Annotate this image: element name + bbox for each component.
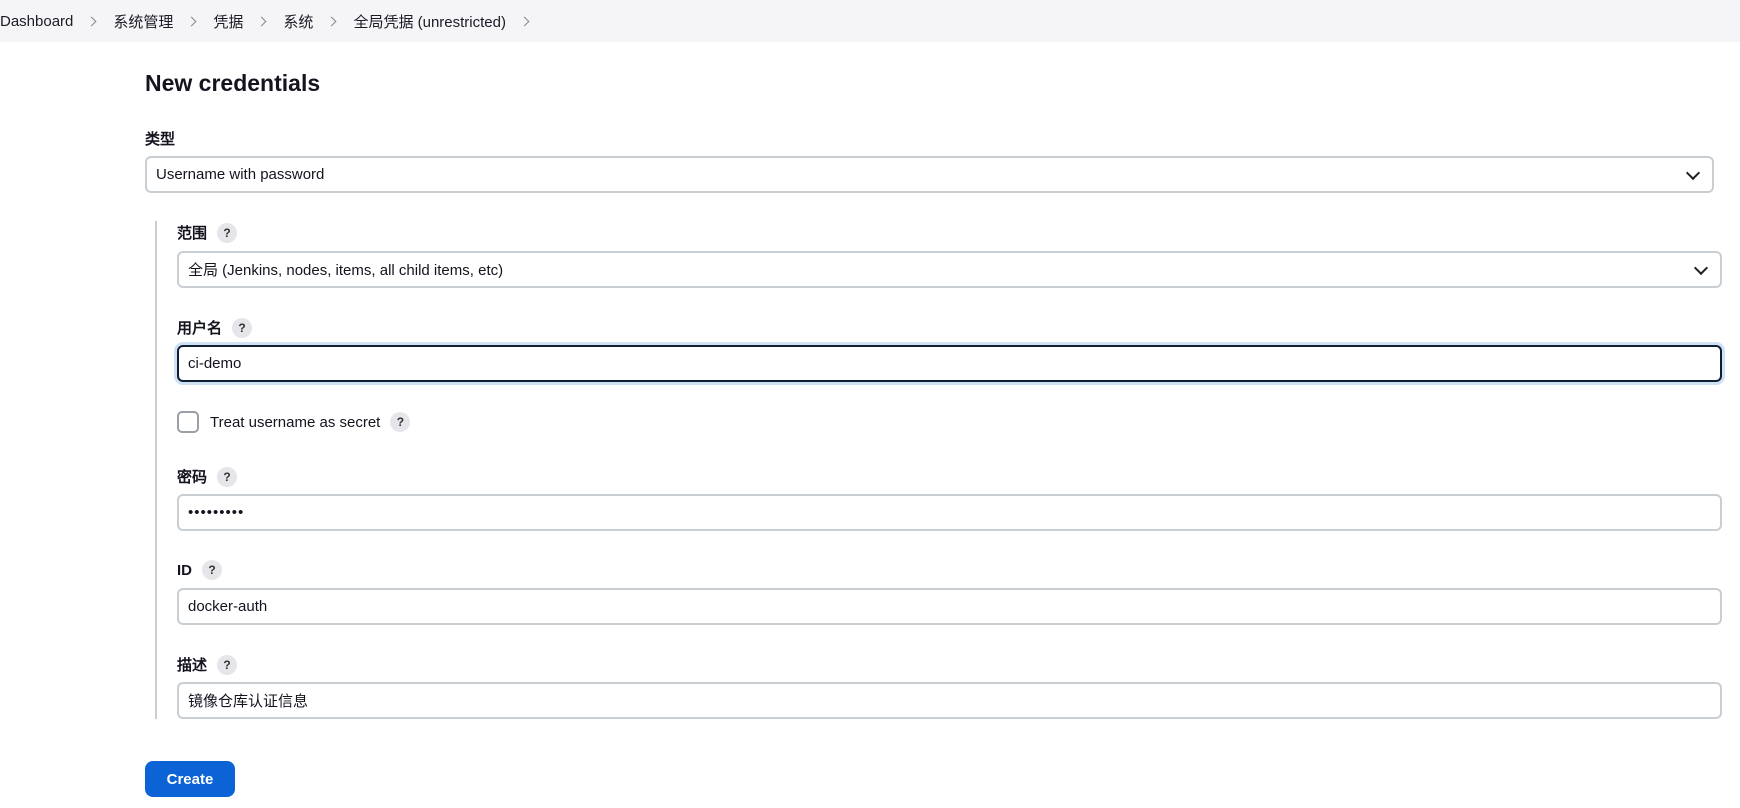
- description-label-text: 描述: [177, 657, 208, 674]
- type-select-value: Username with password: [156, 166, 325, 183]
- username-label-text: 用户名: [177, 320, 223, 337]
- password-label: 密码 ?: [177, 466, 238, 487]
- description-input[interactable]: [177, 682, 1722, 719]
- chevron-right-icon: [86, 16, 97, 26]
- username-input[interactable]: [177, 345, 1722, 382]
- breadcrumb-item-dashboard[interactable]: Dashboard: [0, 13, 73, 30]
- treat-username-secret-checkbox[interactable]: [177, 411, 199, 433]
- username-help-icon[interactable]: ?: [232, 317, 253, 338]
- id-label: ID ?: [177, 560, 222, 580]
- scope-help-icon[interactable]: ?: [217, 222, 238, 243]
- type-select[interactable]: Username with password: [145, 156, 1714, 193]
- chevron-right-icon: [186, 16, 197, 26]
- treat-secret-help-icon[interactable]: ?: [390, 412, 411, 432]
- breadcrumb-item-system-management[interactable]: 系统管理: [113, 11, 173, 32]
- chevron-down-icon: [1693, 260, 1709, 276]
- password-help-icon[interactable]: ?: [217, 466, 238, 487]
- breadcrumb: Dashboard 系统管理 凭据 系统 全局凭据 (unrestricted): [0, 0, 1740, 42]
- username-label: 用户名 ?: [177, 317, 253, 338]
- id-help-icon[interactable]: ?: [202, 560, 222, 580]
- breadcrumb-item-credentials[interactable]: 凭据: [213, 11, 243, 32]
- chevron-right-icon: [326, 16, 337, 26]
- scope-label-text: 范围: [177, 225, 208, 242]
- breadcrumb-item-global-credentials[interactable]: 全局凭据 (unrestricted): [353, 11, 506, 32]
- scope-label: 范围 ?: [177, 222, 238, 243]
- chevron-right-icon[interactable]: [519, 16, 530, 26]
- type-label: 类型: [145, 131, 176, 148]
- description-help-icon[interactable]: ?: [217, 654, 238, 675]
- create-button[interactable]: Create: [145, 761, 235, 797]
- form-group-rule: [155, 221, 157, 719]
- scope-select-value: 全局 (Jenkins, nodes, items, all child ite…: [188, 262, 504, 279]
- chevron-down-icon: [1685, 165, 1701, 181]
- breadcrumb-item-system[interactable]: 系统: [283, 11, 313, 32]
- password-input[interactable]: [177, 494, 1722, 531]
- scope-select[interactable]: 全局 (Jenkins, nodes, items, all child ite…: [177, 251, 1722, 288]
- id-input[interactable]: [177, 588, 1722, 625]
- page-title: New credentials: [145, 70, 321, 96]
- password-label-text: 密码: [177, 469, 208, 486]
- chevron-right-icon: [256, 16, 267, 26]
- treat-username-secret-text: Treat username as secret: [210, 413, 381, 431]
- treat-username-secret-label: Treat username as secret ?: [210, 412, 411, 432]
- description-label: 描述 ?: [177, 654, 238, 675]
- id-label-text: ID: [177, 561, 192, 579]
